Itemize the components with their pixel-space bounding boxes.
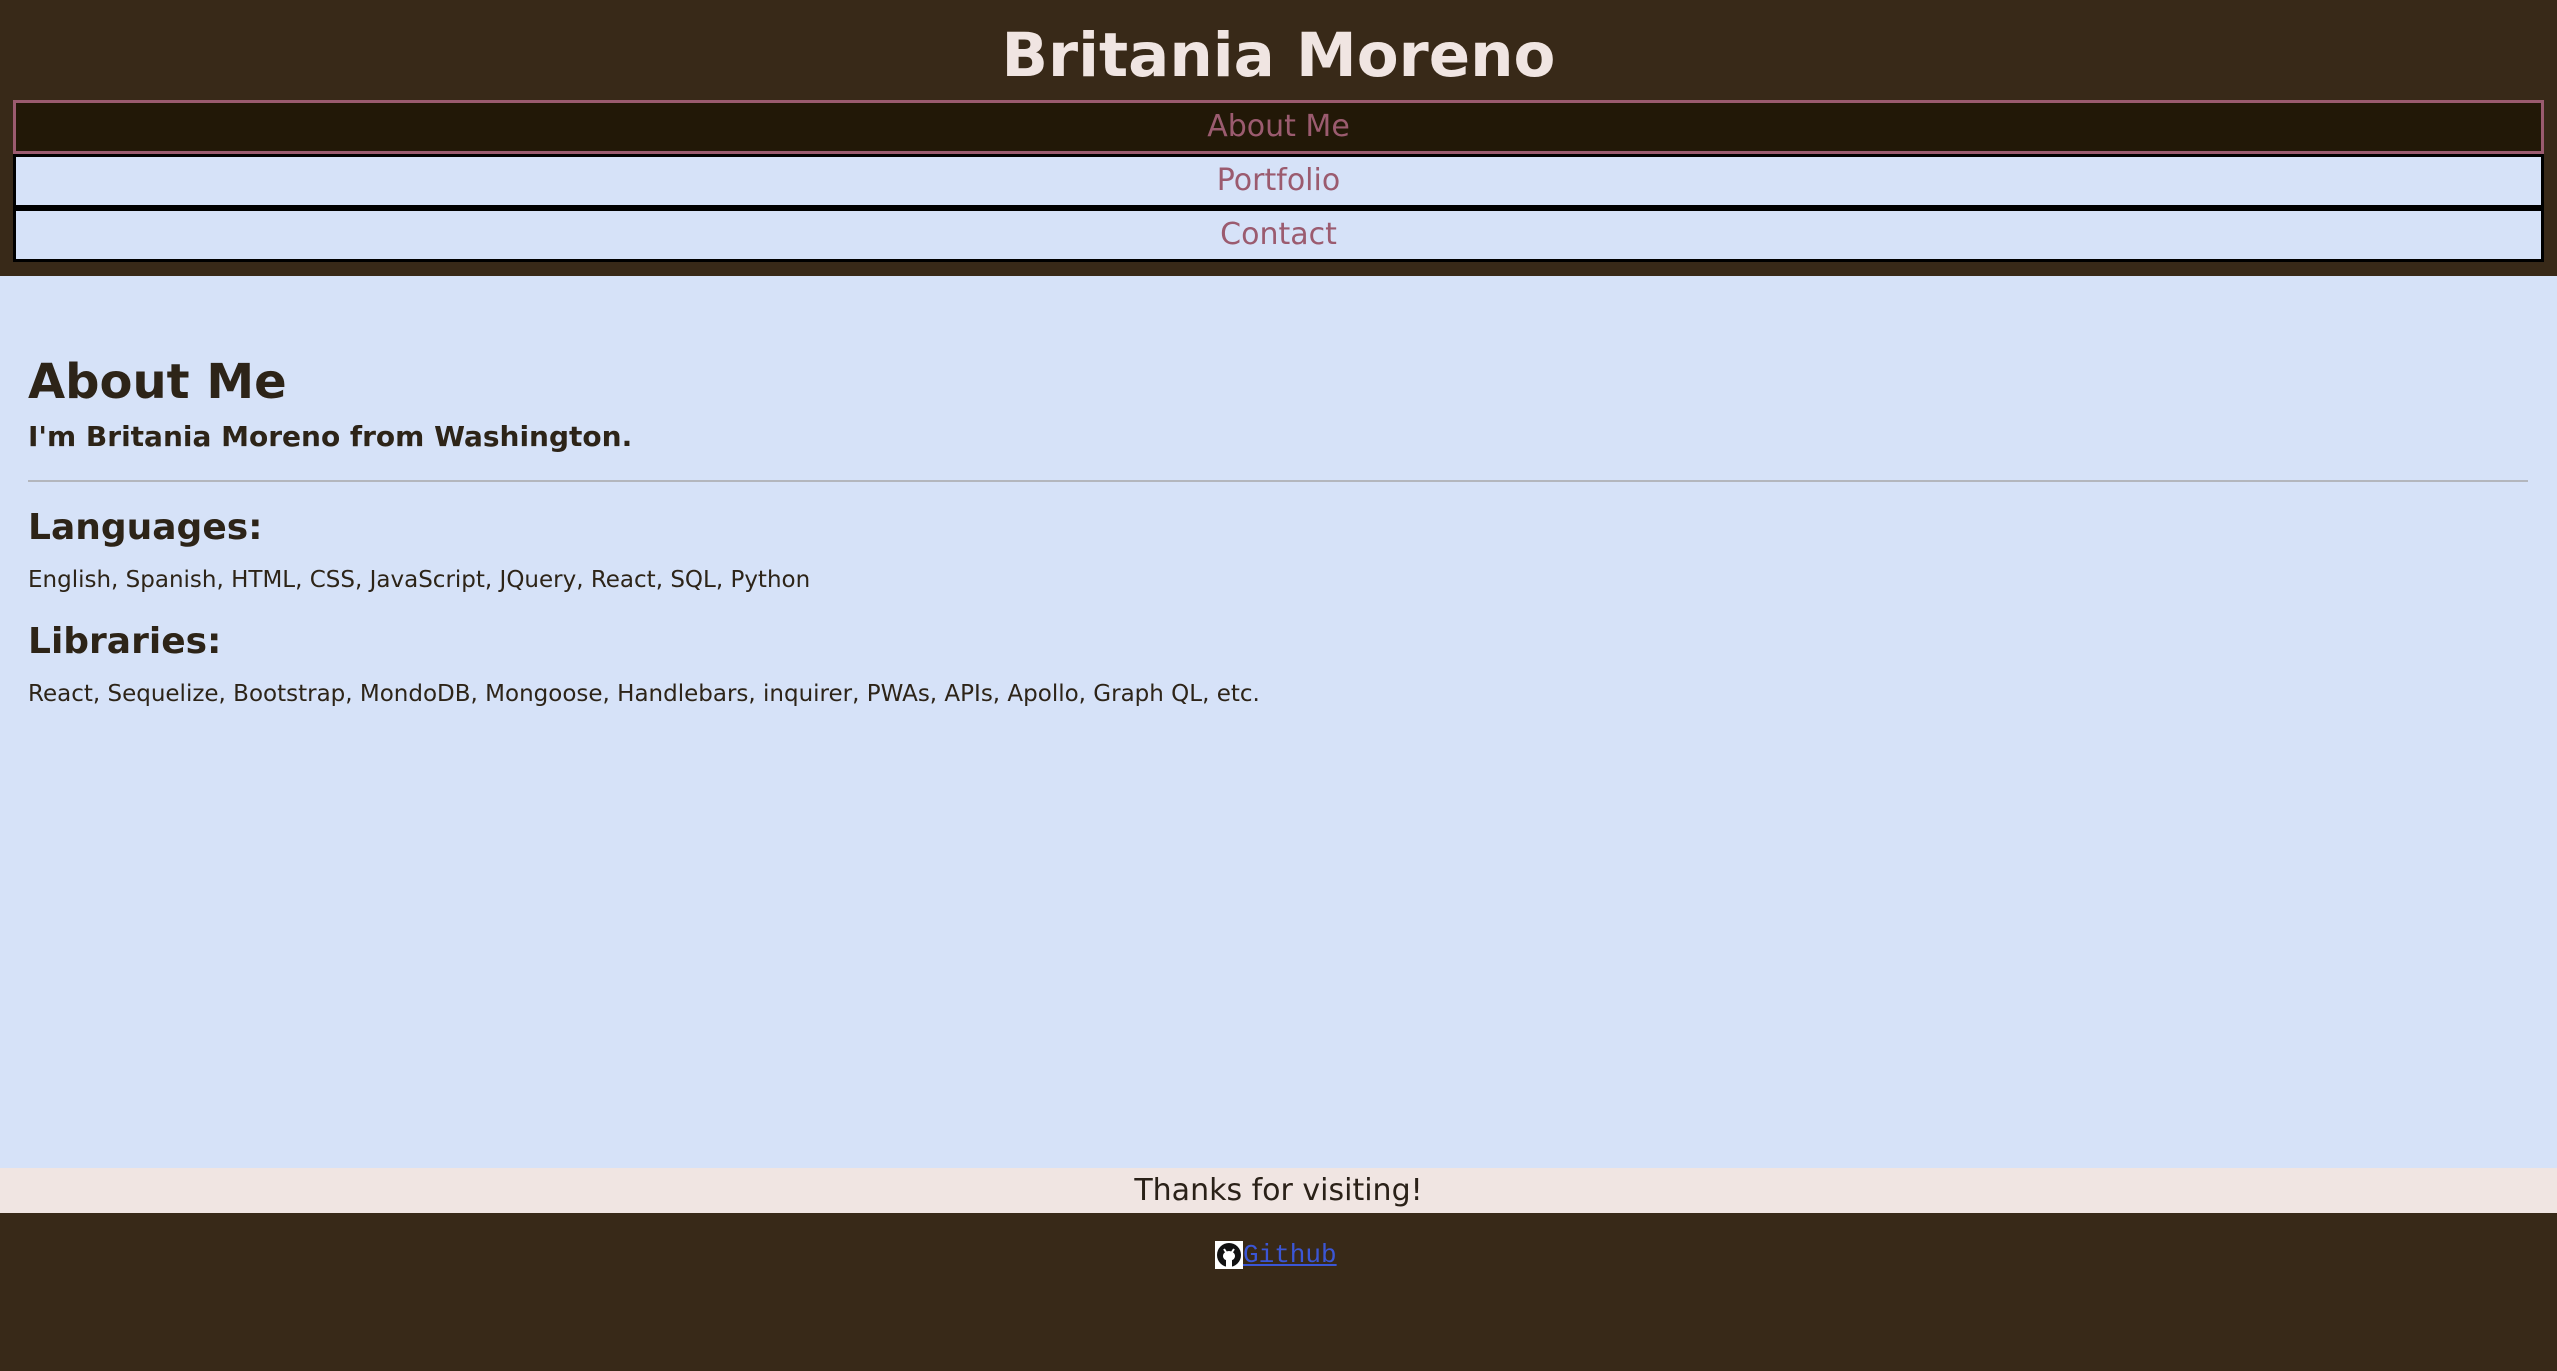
- github-link-label: Github: [1243, 1240, 1337, 1270]
- intro-text: I'm Britania Moreno from Washington.: [28, 420, 633, 453]
- github-icon: [1215, 1241, 1243, 1269]
- nav-item-portfolio[interactable]: Portfolio: [13, 154, 2544, 208]
- thanks-banner: Thanks for visiting!: [0, 1168, 2557, 1213]
- languages-text: English, Spanish, HTML, CSS, JavaScript,…: [28, 567, 811, 593]
- site-header: Britania Moreno About Me Portfolio Conta…: [0, 0, 2557, 276]
- site-title: Britania Moreno: [1001, 20, 1556, 91]
- nav-item-contact[interactable]: Contact: [13, 208, 2544, 262]
- divider: [28, 480, 2528, 482]
- languages-heading: Languages:: [28, 507, 263, 548]
- libraries-heading: Libraries:: [28, 621, 222, 662]
- nav-item-about-me[interactable]: About Me: [13, 100, 2544, 154]
- libraries-text: React, Sequelize, Bootstrap, MondoDB, Mo…: [28, 681, 1260, 707]
- about-me-section: About Me I'm Britania Moreno from Washin…: [0, 276, 2557, 1168]
- site-footer: Github: [0, 1213, 2557, 1371]
- page-title: About Me: [28, 354, 287, 410]
- github-link[interactable]: Github: [1215, 1240, 1337, 1270]
